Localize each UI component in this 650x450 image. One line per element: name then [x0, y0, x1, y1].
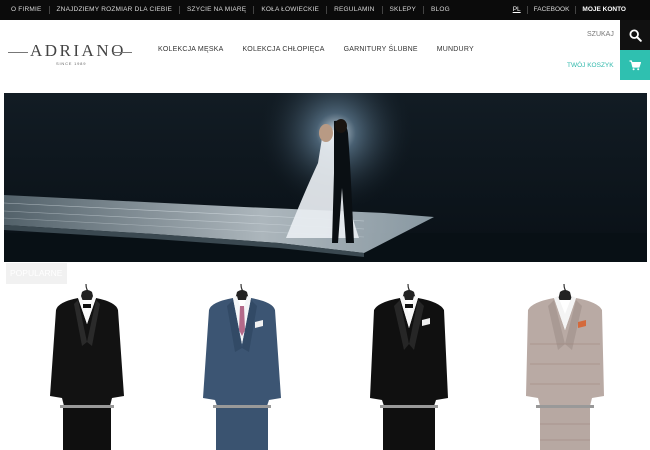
cart-label[interactable]: TWÓJ KOSZYK — [567, 62, 614, 69]
hero-wedding-photo — [4, 93, 647, 262]
product-image — [370, 283, 448, 450]
popular-section-label: POPULARNE — [6, 263, 67, 284]
header: ADRIANO SINCE 1989 KOLEKCJA MĘSKA KOLEKC… — [0, 20, 650, 86]
product-card-blue-check-suit[interactable] — [197, 283, 287, 450]
search-icon — [628, 28, 642, 42]
nav-boys-collection[interactable]: KOLEKCJA CHŁOPIĘCA — [242, 46, 324, 53]
nav-mens-collection[interactable]: KOLEKCJA MĘSKA — [158, 46, 223, 53]
top-link-o-firmie[interactable]: O FIRMIE — [4, 6, 50, 14]
facebook-link[interactable]: FACEBOOK — [528, 6, 577, 14]
logo-rule-left — [8, 52, 28, 53]
nav-wedding-suits[interactable]: GARNITURY ŚLUBNE — [344, 46, 418, 53]
logo-wordmark: ADRIANO — [30, 41, 126, 60]
top-link-made-to-measure[interactable]: SZYCIE NA MIARĘ — [180, 6, 255, 14]
logo-since: SINCE 1989 — [56, 61, 87, 66]
top-link-size-finder[interactable]: ZNAJDZIEMY ROZMIAR DLA CIEBIE — [50, 6, 180, 14]
top-link-regulamin[interactable]: REGULAMIN — [327, 6, 383, 14]
cart-icon — [629, 59, 641, 70]
product-card-beige-check-suit[interactable] — [520, 283, 610, 450]
top-link-blog[interactable]: BLOG — [424, 6, 457, 14]
product-grid — [0, 283, 650, 450]
search-label[interactable]: SZUKAJ — [587, 31, 614, 38]
logo-rule-right — [112, 52, 132, 53]
top-right-nav: PL FACEBOOK MOJE KONTO — [507, 0, 632, 20]
top-link-sklepy[interactable]: SKLEPY — [383, 6, 425, 14]
product-image — [526, 283, 604, 450]
cart-button[interactable] — [620, 50, 650, 80]
main-nav: KOLEKCJA MĘSKA KOLEKCJA CHŁOPIĘCA GARNIT… — [158, 46, 493, 53]
product-image — [203, 283, 281, 450]
account-link[interactable]: MOJE KONTO — [576, 6, 632, 14]
product-card-satin-tuxedo[interactable] — [364, 283, 454, 450]
product-card-black-tuxedo[interactable] — [42, 283, 132, 450]
top-bar: O FIRMIE ZNAJDZIEMY ROZMIAR DLA CIEBIE S… — [0, 0, 650, 20]
top-link-hunting-clubs[interactable]: KOŁA ŁOWIECKIE — [254, 6, 328, 14]
logo[interactable]: ADRIANO SINCE 1989 — [8, 41, 132, 67]
language-link[interactable]: PL — [507, 6, 528, 14]
product-image — [50, 283, 124, 450]
nav-uniforms[interactable]: MUNDURY — [437, 46, 474, 53]
search-button[interactable] — [620, 20, 650, 50]
top-nav: O FIRMIE ZNAJDZIEMY ROZMIAR DLA CIEBIE S… — [4, 0, 457, 20]
hero-banner[interactable] — [4, 93, 647, 262]
